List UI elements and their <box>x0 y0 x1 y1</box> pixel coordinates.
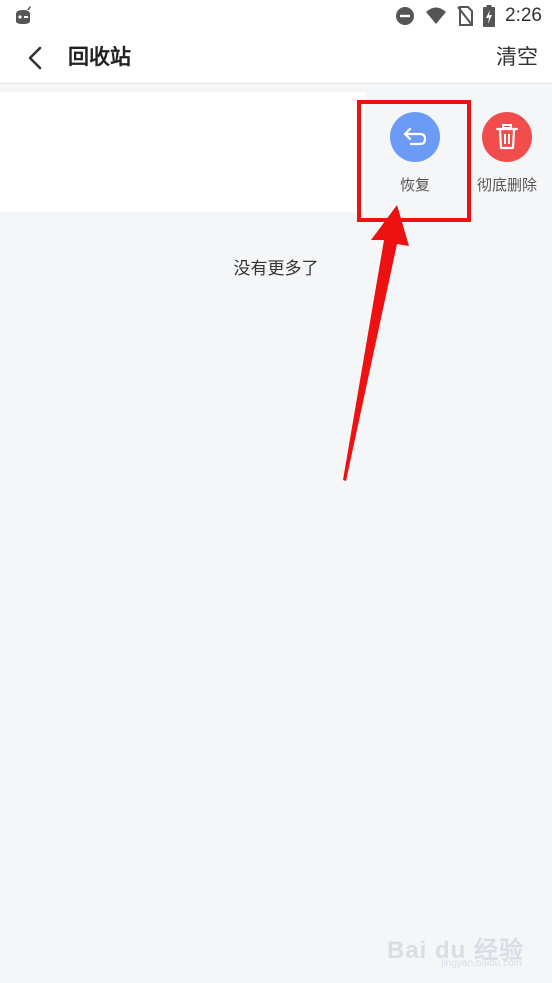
app-notification-icon <box>16 6 31 24</box>
status-icons: 2:26 <box>395 4 542 28</box>
trash-icon <box>495 124 519 150</box>
watermark-url: jingyan.baidu.com <box>441 958 522 969</box>
delete-permanently-button[interactable]: 彻底删除 <box>467 112 547 202</box>
delete-circle[interactable] <box>482 112 532 162</box>
status-time: 2:26 <box>505 5 542 26</box>
delete-permanently-label: 彻底删除 <box>476 176 537 194</box>
page-title: 回收站 <box>68 45 131 69</box>
status-bar: 2:26 <box>0 0 552 32</box>
do-not-disturb-icon <box>396 7 415 25</box>
back-arrow-icon[interactable] <box>22 42 50 74</box>
clear-all-button[interactable]: 清空 <box>496 42 538 72</box>
header: 回收站 清空 <box>0 32 552 84</box>
wifi-icon <box>426 7 447 24</box>
list-item[interactable] <box>0 92 365 212</box>
list-end-text: 没有更多了 <box>233 259 319 279</box>
battery-charging-icon <box>483 5 496 27</box>
annotation-highlight-box <box>357 100 471 222</box>
no-sim-icon <box>457 6 474 26</box>
